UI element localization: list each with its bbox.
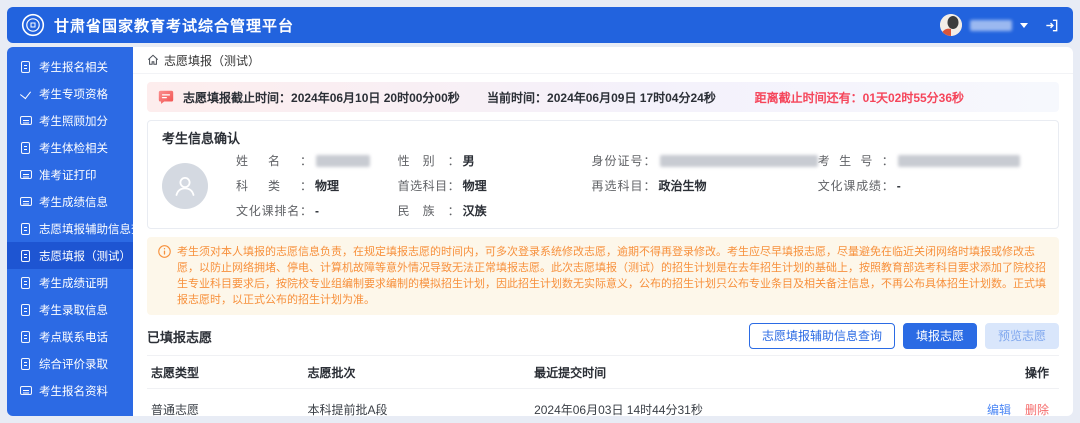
document-icon [20, 60, 32, 73]
score-card-icon [20, 196, 32, 208]
aux-info-query-button[interactable]: 志愿填报辅助信息查询 [748, 323, 895, 349]
user-menu[interactable] [940, 14, 1059, 36]
message-icon [157, 88, 175, 106]
edit-doc-icon [20, 249, 32, 262]
card-icon [20, 115, 32, 127]
edit-link[interactable]: 编辑 [987, 403, 1011, 417]
deadline-label: 志愿填报截止时间： [183, 90, 292, 105]
preview-volunteer-button[interactable]: 预览志愿 [984, 323, 1059, 349]
sidebar-item-comprehensive-evaluation[interactable]: 综合评价录取 [7, 350, 133, 377]
countdown-value: 01天02时55分36秒 [862, 90, 965, 105]
candidate-avatar [162, 162, 208, 209]
col-last-submit-time: 最近提交时间 [530, 355, 906, 389]
deadline-value: 2024年06月10日 20时00分00秒 [291, 90, 460, 105]
id-card-icon [20, 169, 32, 181]
countdown-segment: 距离截止时间还有：01天02时55分36秒 [755, 89, 1049, 106]
col-operations: 操作 [905, 355, 1059, 389]
candidate-info-card: 考生信息确认 姓名： 性别：男 身份证号： 考生号： 科类： 物理 首选科目： … [147, 120, 1059, 229]
cell-volunteer-batch: 本科提前批A段 [303, 388, 531, 416]
brand: 甘肃省国家教育考试综合管理平台 [21, 13, 294, 37]
sidebar-item-aux-info-query[interactable]: 志愿填报辅助信息查询 [7, 215, 133, 242]
current-time-segment: 当前时间：2024年06月09日 17时04分24秒 [487, 89, 755, 106]
platform-emblem-icon [21, 13, 45, 37]
table-row: 普通志愿 本科提前批A段 2024年06月03日 14时44分31秒 编辑 删除 [147, 388, 1059, 417]
phone-book-icon [20, 330, 32, 343]
sidebar-item-score-info[interactable]: 考生成绩信息 [7, 188, 133, 215]
deadline-segment: 志愿填报截止时间：2024年06月10日 20时00分00秒 [157, 88, 487, 106]
app-window: 甘肃省国家教育考试综合管理平台 考生报名相关 考生专项资格 考生照顾加分 考生体… [7, 7, 1073, 416]
candidate-info-title: 考生信息确认 [162, 131, 241, 146]
field-ethnicity: 民族： 汉族 [397, 204, 487, 218]
sidebar-item-bonus-points[interactable]: 考生照顾加分 [7, 107, 133, 134]
id-number-redacted [659, 154, 818, 167]
current-time-label: 当前时间： [487, 90, 548, 105]
health-record-icon [20, 141, 32, 154]
field-gender: 性别：男 [397, 154, 475, 168]
current-time-value: 2024年06月09日 17时04分24秒 [547, 90, 716, 105]
field-name: 姓名： [236, 152, 398, 169]
folder-icon [20, 303, 32, 316]
content-inner: 志愿填报截止时间：2024年06月10日 20时00分00秒 当前时间：2024… [133, 74, 1073, 416]
sidebar: 考生报名相关 考生专项资格 考生照顾加分 考生体检相关 准考证打印 考生成绩信息… [7, 47, 133, 416]
sidebar-item-registration[interactable]: 考生报名相关 [7, 53, 133, 80]
field-exam-number: 考生号： [818, 152, 1044, 169]
materials-icon [20, 385, 32, 397]
sidebar-item-test-site-phone[interactable]: 考点联系电话 [7, 323, 133, 350]
app-header: 甘肃省国家教育考试综合管理平台 [7, 7, 1073, 43]
sidebar-item-volunteer-filling-test[interactable]: 志愿填报（测试） [7, 242, 133, 269]
filled-section-header: 已填报志愿 志愿填报辅助信息查询 填报志愿 预览志愿 [147, 323, 1059, 349]
checkmark-icon [20, 88, 32, 100]
search-doc-icon [20, 222, 32, 235]
notice-banner: 考生须对本人填报的志愿信息负责，在规定填报志愿的时间内，可多次登录系统修改志愿，… [147, 237, 1059, 315]
col-volunteer-type: 志愿类型 [147, 355, 304, 389]
chevron-down-icon[interactable] [1020, 22, 1028, 28]
app-body: 考生报名相关 考生专项资格 考生照顾加分 考生体检相关 准考证打印 考生成绩信息… [7, 47, 1073, 416]
logout-icon[interactable] [1044, 18, 1059, 33]
info-icon [158, 245, 171, 263]
field-category: 科类： 物理 [236, 179, 340, 193]
field-culture-rank: 文化课排名： - [236, 203, 319, 219]
field-first-subject: 首选科目： 物理 [397, 179, 487, 193]
main-content: 志愿填报（测试） 志愿填报截止时间：2024年06月10日 20时00分00秒 … [133, 47, 1073, 416]
user-avatar[interactable] [940, 14, 962, 36]
cell-volunteer-type: 普通志愿 [147, 388, 304, 416]
breadcrumb[interactable]: 志愿填报（测试） [133, 47, 1073, 74]
sidebar-item-admission-info[interactable]: 考生录取信息 [7, 296, 133, 323]
candidate-fields: 姓名： 性别：男 身份证号： 考生号： 科类： 物理 首选科目： 物理 再选科目：政… [236, 152, 1044, 219]
evaluation-icon [20, 357, 32, 370]
filled-section-title: 已填报志愿 [147, 329, 213, 345]
delete-link[interactable]: 删除 [1025, 403, 1049, 417]
sidebar-item-registration-materials[interactable]: 考生报名资料 [7, 377, 133, 404]
field-id-number: 身份证号： [592, 152, 818, 169]
user-name-redacted [970, 19, 1012, 31]
field-second-subject: 再选科目： 政治生物 [591, 179, 707, 193]
notice-text: 考生须对本人填报的志愿信息负责，在规定填报志愿的时间内，可多次登录系统修改志愿，… [177, 246, 1046, 306]
sidebar-item-special-qualification[interactable]: 考生专项资格 [7, 80, 133, 107]
page-title: 甘肃省国家教育考试综合管理平台 [54, 17, 295, 35]
certificate-icon [20, 276, 32, 289]
sidebar-item-admission-ticket-print[interactable]: 准考证打印 [7, 161, 133, 188]
countdown-label: 距离截止时间还有： [754, 90, 863, 105]
home-icon [147, 54, 159, 66]
sidebar-item-score-certificate[interactable]: 考生成绩证明 [7, 269, 133, 296]
sidebar-item-physical-exam[interactable]: 考生体检相关 [7, 134, 133, 161]
cell-last-submit-time: 2024年06月03日 14时44分31秒 [530, 388, 906, 416]
exam-number-redacted [897, 154, 1020, 167]
volunteer-table: 志愿类型 志愿批次 最近提交时间 操作 普通志愿 本科提前批A段 2024年06… [147, 355, 1059, 416]
fill-volunteer-button[interactable]: 填报志愿 [902, 323, 977, 349]
breadcrumb-label: 志愿填报（测试） [164, 53, 261, 68]
table-header-row: 志愿类型 志愿批次 最近提交时间 操作 [147, 355, 1059, 389]
col-volunteer-batch: 志愿批次 [303, 355, 531, 389]
name-redacted [316, 154, 370, 167]
deadline-banner: 志愿填报截止时间：2024年06月10日 20时00分00秒 当前时间：2024… [147, 82, 1059, 112]
field-culture-score: 文化课成绩： - [817, 178, 901, 194]
page-background: 甘肃省国家教育考试综合管理平台 考生报名相关 考生专项资格 考生照顾加分 考生体… [0, 0, 1080, 423]
